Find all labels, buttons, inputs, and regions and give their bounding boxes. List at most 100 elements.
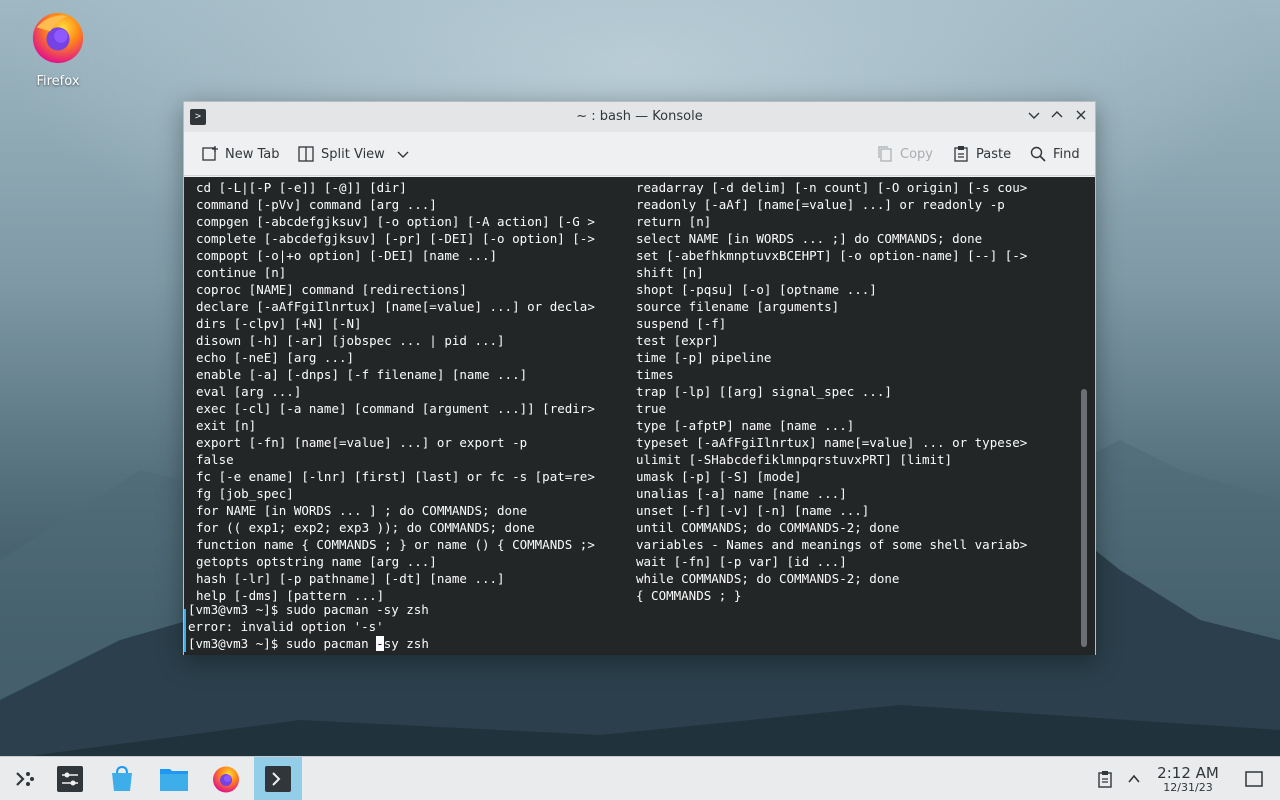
help-line: for (( exp1; exp2; exp3 )); do COMMANDS;… (196, 520, 535, 535)
scrollbar[interactable] (1081, 389, 1087, 647)
help-line: compgen [-abcdefgjksuv] [-o option] [-A … (196, 214, 595, 229)
help-line: false (196, 452, 234, 467)
clock-time: 2:12 AM (1157, 764, 1219, 782)
help-line: enable [-a] [-dnps] [-f filename] [name … (196, 367, 528, 382)
clock[interactable]: 2:12 AM 12/31/23 (1152, 765, 1224, 795)
show-desktop-button[interactable] (1232, 757, 1276, 800)
help-line: command [-pVv] command [arg ...] (196, 197, 437, 212)
prompt-marker (184, 618, 186, 652)
help-line: export [-fn] [name[=value] ...] or expor… (196, 435, 528, 450)
close-icon (1076, 110, 1086, 120)
discover-icon (112, 765, 132, 791)
help-line: hash [-lr] [-p pathname] [-dt] [name ...… (196, 571, 505, 586)
show-desktop-icon (1245, 771, 1263, 787)
chevron-up-icon (1128, 774, 1140, 783)
paste-icon (954, 146, 968, 162)
system-settings-icon (57, 766, 83, 792)
help-line: variables - Names and meanings of some s… (636, 537, 1028, 552)
task-dolphin[interactable] (150, 757, 198, 800)
help-line: getopts optstring name [arg ...] (196, 554, 437, 569)
firefox-icon (32, 12, 84, 64)
paste-label: Paste (976, 146, 1012, 162)
chevron-down-icon (1028, 112, 1040, 119)
help-line: function name { COMMANDS ; } or name () … (196, 537, 595, 552)
help-line: ulimit [-SHabcdefiklmnpqrstuvxPRT] [limi… (636, 452, 953, 467)
help-line: fg [job_spec] (196, 486, 294, 501)
new-tab-icon (202, 146, 218, 161)
firefox-icon (213, 766, 239, 793)
new-tab-button[interactable]: New Tab (201, 143, 280, 165)
help-line: unalias [-a] name [name ...] (636, 486, 847, 501)
konsole-window[interactable]: > ~ : bash — Konsole New Tab Split View … (183, 101, 1096, 655)
search-icon (1030, 146, 1046, 162)
desktop-icon-label: Firefox (36, 74, 80, 89)
split-view-label: Split View (321, 146, 385, 162)
toolbar: New Tab Split View Copy Paste Find (184, 132, 1095, 176)
help-line: coproc [NAME] command [redirections] (196, 282, 467, 297)
error-line: error: invalid option '-s' (188, 619, 384, 634)
help-line: disown [-h] [-ar] [jobspec ... | pid ...… (196, 333, 505, 348)
prompt-text: [vm3@vm3 ~]$ sudo pacman (188, 636, 377, 651)
window-title: ~ : bash — Konsole (576, 109, 703, 124)
prompt-input: sy zsh (383, 636, 429, 651)
help-line: umask [-p] [-S] [mode] (636, 469, 802, 484)
paste-button[interactable]: Paste (952, 143, 1011, 165)
title-bar[interactable]: > ~ : bash — Konsole (184, 102, 1095, 132)
task-konsole[interactable] (254, 757, 302, 800)
text-cursor: - (376, 636, 384, 651)
help-line: set [-abefhkmnptuvxBCEHPT] [-o option-na… (636, 248, 1028, 263)
maximize-button[interactable] (1047, 107, 1067, 127)
copy-label: Copy (900, 146, 933, 162)
task-firefox[interactable] (202, 757, 250, 800)
application-launcher[interactable] (0, 757, 48, 800)
help-line: complete [-abcdefgjksuv] [-pr] [-DEI] [-… (196, 231, 595, 246)
help-line: for NAME [in WORDS ... ] ; do COMMANDS; … (196, 503, 528, 518)
help-line: dirs [-clpv] [+N] [-N] (196, 316, 362, 331)
help-line: shift [n] (636, 265, 704, 280)
help-line: while COMMANDS; do COMMANDS-2; done (636, 571, 900, 586)
help-line: until COMMANDS; do COMMANDS-2; done (636, 520, 900, 535)
help-line: eval [arg ...] (196, 384, 302, 399)
terminal-view[interactable]: cd [-L|[-P [-e]] [-@]] [dir] command [-pV… (184, 177, 1095, 655)
prompt-line-1: [vm3@vm3 ~]$ sudo pacman -sy zsh (188, 602, 429, 617)
help-line: select NAME [in WORDS ... ;] do COMMANDS… (636, 231, 983, 246)
clock-date: 12/31/23 (1163, 781, 1213, 794)
help-line: continue [n] (196, 265, 287, 280)
task-system-settings[interactable] (46, 757, 94, 800)
help-line: declare [-aAfFgiIlnrtux] [name[=value] .… (196, 299, 595, 314)
tray-expander[interactable] (1112, 757, 1156, 800)
chevron-up-icon (1051, 111, 1063, 118)
minimize-button[interactable] (1024, 107, 1044, 127)
chevron-down-icon (397, 151, 409, 158)
new-tab-label: New Tab (225, 146, 280, 162)
help-line: type [-afptP] name [name ...] (636, 418, 855, 433)
help-line: readonly [-aAf] [name[=value] ...] or re… (636, 197, 1005, 212)
dolphin-icon (160, 769, 188, 791)
help-line: compopt [-o|+o option] [-DEI] [name ...] (196, 248, 498, 263)
help-line: exit [n] (196, 418, 257, 433)
taskbar: 2:12 AM 12/31/23 (0, 756, 1280, 800)
help-line: wait [-fn] [-p var] [id ...] (636, 554, 847, 569)
help-line: { COMMANDS ; } (636, 588, 742, 603)
help-line: source filename [arguments] (636, 299, 840, 314)
help-line: cd [-L|[-P [-e]] [-@]] [dir] (196, 180, 407, 195)
konsole-icon (265, 766, 291, 792)
help-line: trap [-lp] [[arg] signal_spec ...] (636, 384, 892, 399)
help-line: shopt [-pqsu] [-o] [optname ...] (636, 282, 877, 297)
split-view-icon (298, 146, 314, 162)
split-view-button[interactable]: Split View (297, 143, 415, 165)
help-line: suspend [-f] (636, 316, 727, 331)
help-line: fc [-e ename] [-lnr] [first] [last] or f… (196, 469, 595, 484)
copy-button[interactable]: Copy (876, 143, 933, 165)
close-button[interactable] (1071, 107, 1091, 127)
find-button[interactable]: Find (1029, 143, 1080, 165)
help-line: exec [-cl] [-a name] [command [argument … (196, 401, 595, 416)
clipboard-icon (1098, 771, 1112, 788)
prompt-line-2[interactable]: [vm3@vm3 ~]$ sudo pacman -sy zsh (188, 635, 429, 652)
help-line: test [expr] (636, 333, 719, 348)
task-discover[interactable] (98, 757, 146, 800)
find-label: Find (1053, 146, 1080, 162)
help-line: times (636, 367, 674, 382)
help-line: typeset [-aAfFgiIlnrtux] name[=value] ..… (636, 435, 1028, 450)
desktop-icon-firefox[interactable]: Firefox (20, 8, 96, 89)
